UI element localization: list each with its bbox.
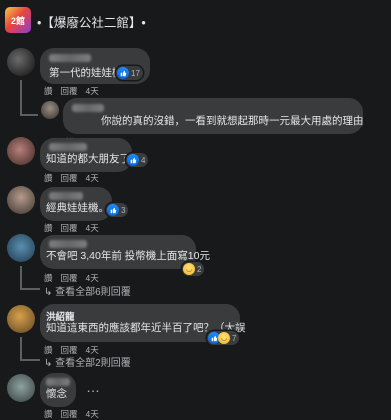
reply-bubble: 你說的真的沒錯，一看到就想起那時一元最大用處的理由 bbox=[63, 98, 364, 134]
view-replies-label: 查看全部6則回覆 bbox=[55, 287, 131, 298]
reply-button[interactable]: 回覆 bbox=[61, 409, 78, 419]
reaction-count-number: 4 bbox=[141, 155, 146, 165]
comment-actions: 讚回覆 4天 bbox=[44, 408, 107, 420]
reaction-count-number: 7 bbox=[232, 333, 237, 343]
avatar[interactable] bbox=[7, 234, 35, 262]
like-button[interactable]: 讚 bbox=[44, 86, 53, 96]
reaction-count[interactable]: 17 bbox=[116, 66, 143, 80]
reply-button[interactable]: 回覆 bbox=[61, 273, 78, 283]
thread-line bbox=[20, 359, 40, 361]
comment-bubble: 不會吧 3,40年前 投幣機上面寫10元 bbox=[40, 235, 210, 269]
reaction-count[interactable]: 3 bbox=[106, 203, 129, 217]
avatar[interactable] bbox=[7, 137, 35, 165]
more-options-icon[interactable]: … bbox=[86, 379, 101, 395]
comment-actions: 讚回覆 4天 bbox=[44, 222, 107, 234]
avatar[interactable] bbox=[7, 305, 35, 333]
reply-button[interactable]: 回覆 bbox=[61, 86, 78, 96]
commenter-name[interactable] bbox=[72, 104, 104, 112]
comment-bubble: 知道的都大朋友了 bbox=[40, 138, 132, 172]
reply-arrow-icon: ↳ bbox=[44, 358, 56, 369]
avatar[interactable] bbox=[7, 48, 35, 76]
commenter-name[interactable] bbox=[49, 240, 87, 248]
reply-arrow-icon: ↳ bbox=[44, 287, 56, 298]
thread-line bbox=[20, 288, 40, 290]
reaction-count[interactable]: ◡ 7 bbox=[207, 331, 240, 345]
comment-bubble: 懷念 bbox=[40, 373, 76, 407]
comment-text: 懷念 bbox=[46, 388, 67, 400]
group-avatar[interactable]: 2館 bbox=[5, 7, 31, 33]
avatar[interactable] bbox=[7, 374, 35, 402]
commenter-name[interactable] bbox=[49, 54, 91, 62]
timestamp[interactable]: 4天 bbox=[86, 223, 99, 233]
comment-bubble: 經典娃娃機。 bbox=[40, 187, 112, 221]
avatar[interactable] bbox=[7, 186, 35, 214]
reaction-count-number: 17 bbox=[131, 68, 140, 78]
timestamp[interactable]: 4天 bbox=[86, 273, 99, 283]
like-button[interactable]: 讚 bbox=[44, 223, 53, 233]
commenter-name[interactable] bbox=[46, 378, 70, 386]
group-name[interactable]: •【爆廢公社二館】• bbox=[37, 12, 146, 31]
comment-actions: 讚回覆 4天 bbox=[44, 85, 107, 97]
like-reaction-icon bbox=[127, 154, 139, 166]
like-button[interactable]: 讚 bbox=[44, 273, 53, 283]
haha-reaction-icon: ◡ bbox=[183, 263, 195, 275]
reaction-count-number: 2 bbox=[197, 264, 202, 274]
view-replies-link[interactable]: ↳ 查看全部6則回覆 bbox=[44, 283, 131, 298]
like-reaction-icon bbox=[117, 67, 129, 79]
group-header: 2館 •【爆廢公社二館】• bbox=[0, 0, 391, 38]
comment-text: 知道的都大朋友了 bbox=[46, 153, 130, 165]
comment-text: 第一代的娃娃機 bbox=[49, 67, 123, 79]
reaction-count-number: 3 bbox=[121, 205, 126, 215]
thread-line bbox=[20, 266, 22, 290]
commenter-name[interactable] bbox=[49, 192, 83, 200]
thread-line bbox=[20, 114, 38, 116]
comment-actions: 讚回覆 4天 bbox=[44, 172, 107, 184]
timestamp[interactable]: 4天 bbox=[86, 173, 99, 183]
avatar[interactable] bbox=[41, 101, 59, 119]
comment-text: 你說的真的沒錯，一看到就想起那時一元最大用處的理由 bbox=[101, 115, 364, 127]
commenter-name[interactable] bbox=[49, 143, 87, 151]
comment-text: 不會吧 3,40年前 投幣機上面寫10元 bbox=[46, 250, 210, 262]
like-button[interactable]: 讚 bbox=[44, 409, 53, 419]
haha-reaction-icon: ◡ bbox=[218, 332, 230, 344]
like-button[interactable]: 讚 bbox=[44, 173, 53, 183]
reaction-count[interactable]: 4 bbox=[126, 153, 149, 167]
thread-line bbox=[20, 337, 22, 361]
reaction-count[interactable]: ◡ 2 bbox=[182, 262, 205, 276]
thread-line bbox=[20, 80, 22, 116]
comment-text: 經典娃娃機。 bbox=[46, 202, 109, 214]
timestamp[interactable]: 4天 bbox=[86, 409, 99, 419]
reply-button[interactable]: 回覆 bbox=[61, 223, 78, 233]
view-replies-link[interactable]: ↳ 查看全部2則回覆 bbox=[44, 354, 131, 369]
timestamp[interactable]: 4天 bbox=[86, 86, 99, 96]
reply-button[interactable]: 回覆 bbox=[61, 173, 78, 183]
like-reaction-icon bbox=[107, 204, 119, 216]
view-replies-label: 查看全部2則回覆 bbox=[55, 358, 131, 369]
